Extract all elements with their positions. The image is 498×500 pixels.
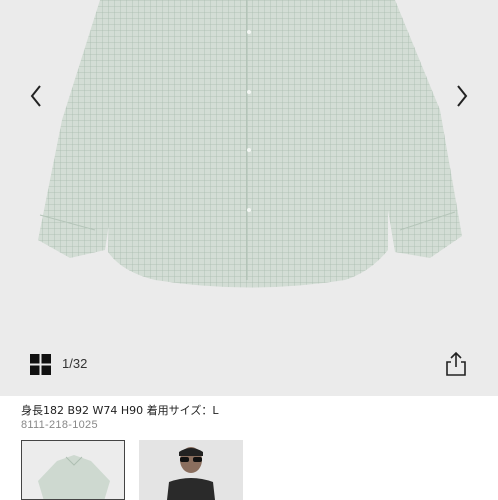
product-image-gallery[interactable]: 1/32 xyxy=(0,0,498,396)
share-icon[interactable] xyxy=(444,351,468,377)
thumbnail-image xyxy=(167,447,215,500)
thumbnail-shirt[interactable] xyxy=(21,440,125,500)
chevron-left-icon xyxy=(30,85,41,107)
next-image-button[interactable] xyxy=(446,80,478,112)
product-code: 8111-218-1025 xyxy=(21,419,98,431)
thumbnail-image xyxy=(38,455,110,499)
prev-image-button[interactable] xyxy=(20,80,52,112)
grid-view-icon[interactable] xyxy=(30,354,51,375)
chevron-right-icon xyxy=(457,85,468,107)
thumbnail-model[interactable] xyxy=(139,440,243,500)
product-image xyxy=(38,0,462,288)
image-counter: 1/32 xyxy=(62,356,88,371)
model-size-info: 身長182 B92 W74 H90 着用サイズ：L xyxy=(21,404,219,417)
